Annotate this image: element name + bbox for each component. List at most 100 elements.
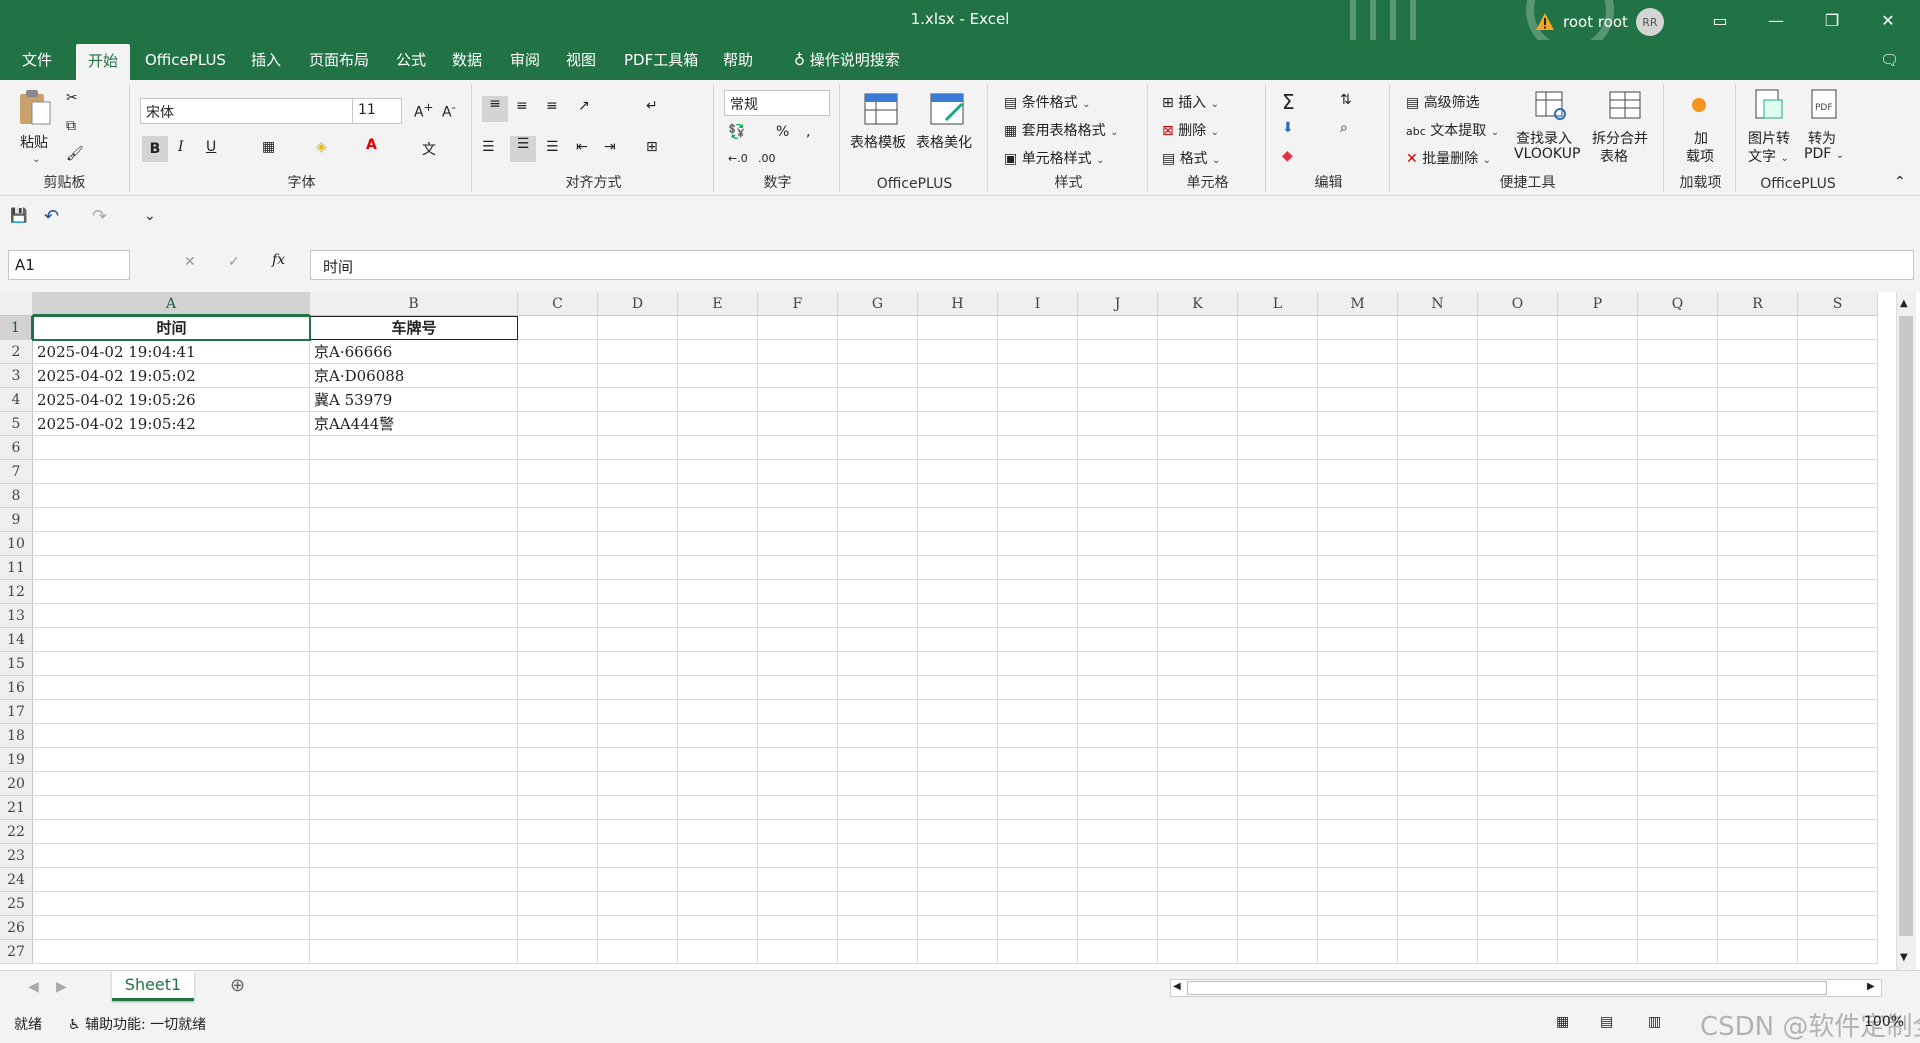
- underline-button[interactable]: U: [206, 139, 216, 155]
- avatar[interactable]: RR: [1635, 8, 1664, 36]
- increase-indent-icon[interactable]: ⇥: [604, 139, 616, 155]
- percent-icon[interactable]: %: [776, 124, 789, 140]
- hscroll-thumb[interactable]: [1187, 981, 1827, 995]
- column-header[interactable]: F: [758, 292, 838, 316]
- scroll-up-icon[interactable]: ▲: [1900, 298, 1908, 309]
- insert-cells-button[interactable]: ⊞ 插入 ⌄: [1162, 92, 1219, 112]
- decrease-indent-icon[interactable]: ⇤: [576, 139, 588, 155]
- image-to-text-label-2[interactable]: 文字 ⌄: [1748, 146, 1789, 166]
- next-sheet-icon[interactable]: ▶: [56, 979, 67, 995]
- row-header[interactable]: 11: [0, 556, 33, 580]
- data-cell[interactable]: 京A·D06088: [310, 364, 518, 388]
- row-header[interactable]: 1: [0, 316, 33, 340]
- tab-review[interactable]: 审阅: [498, 40, 552, 80]
- vlookup-label-2[interactable]: VLOOKUP: [1514, 146, 1580, 162]
- phonetic-icon[interactable]: 文: [422, 139, 436, 159]
- row-header[interactable]: 12: [0, 580, 33, 604]
- decrease-font-icon[interactable]: A-: [442, 100, 456, 121]
- row-header[interactable]: 20: [0, 772, 33, 796]
- row-header[interactable]: 8: [0, 484, 33, 508]
- convert-pdf-label-2[interactable]: PDF ⌄: [1804, 146, 1844, 162]
- tab-file[interactable]: 文件: [10, 40, 64, 80]
- tab-home[interactable]: 开始: [76, 44, 131, 80]
- tab-help[interactable]: 帮助: [711, 40, 765, 80]
- tab-page-layout[interactable]: 页面布局: [297, 40, 381, 80]
- row-header[interactable]: 5: [0, 412, 33, 436]
- data-cell[interactable]: 2025-04-02 19:05:26: [33, 388, 310, 412]
- table-template-button[interactable]: 表格模板: [850, 132, 906, 152]
- page-break-icon[interactable]: ▥: [1648, 1014, 1661, 1030]
- horizontal-scrollbar[interactable]: ◀ ▶: [1170, 979, 1882, 997]
- column-header[interactable]: A: [33, 292, 310, 316]
- scroll-right-icon[interactable]: ▶: [1867, 981, 1875, 992]
- copy-icon[interactable]: ⧉: [66, 118, 76, 134]
- row-header[interactable]: 7: [0, 460, 33, 484]
- row-header[interactable]: 21: [0, 796, 33, 820]
- advanced-filter-button[interactable]: ▤ 高级筛选: [1406, 92, 1480, 112]
- accessibility-status[interactable]: ♿ 辅助功能: 一切就绪: [68, 1014, 206, 1034]
- data-cell[interactable]: 京A·66666: [310, 340, 518, 364]
- zoom-level[interactable]: 100%: [1864, 1014, 1904, 1030]
- format-cells-button[interactable]: ▤ 格式 ⌄: [1162, 148, 1221, 168]
- increase-font-icon[interactable]: A+: [414, 100, 433, 121]
- page-layout-icon[interactable]: ▤: [1600, 1014, 1613, 1030]
- borders-icon[interactable]: ▦: [262, 139, 275, 155]
- batch-delete-button[interactable]: ✕ 批量删除 ⌄: [1406, 148, 1491, 168]
- row-header[interactable]: 15: [0, 652, 33, 676]
- select-all-corner[interactable]: [0, 292, 33, 316]
- normal-view-icon[interactable]: ▦: [1556, 1014, 1569, 1030]
- convert-pdf-label-1[interactable]: 转为: [1808, 128, 1836, 148]
- column-header[interactable]: P: [1558, 292, 1638, 316]
- font-color-icon[interactable]: A: [366, 137, 377, 153]
- fill-icon[interactable]: ⬇: [1282, 120, 1294, 136]
- row-header[interactable]: 13: [0, 604, 33, 628]
- column-header[interactable]: E: [678, 292, 758, 316]
- row-header[interactable]: 23: [0, 844, 33, 868]
- italic-button[interactable]: I: [178, 139, 184, 155]
- data-cell[interactable]: 2025-04-02 19:05:42: [33, 412, 310, 436]
- column-header[interactable]: Q: [1638, 292, 1718, 316]
- image-to-text-label-1[interactable]: 图片转: [1748, 128, 1790, 148]
- align-right-icon[interactable]: ☰: [546, 139, 559, 155]
- orientation-icon[interactable]: ↗: [578, 98, 590, 114]
- row-header[interactable]: 3: [0, 364, 33, 388]
- row-header[interactable]: 18: [0, 724, 33, 748]
- header-cell[interactable]: 时间: [33, 316, 310, 340]
- user-area[interactable]: root root RR: [1535, 8, 1664, 36]
- tab-data[interactable]: 数据: [440, 40, 494, 80]
- tell-me-search[interactable]: ♁ 操作说明搜索: [782, 40, 912, 80]
- minimize-icon[interactable]: —: [1748, 0, 1804, 40]
- align-middle-icon[interactable]: ≡: [516, 98, 528, 114]
- row-header[interactable]: 27: [0, 940, 33, 964]
- autosum-icon[interactable]: Σ: [1282, 90, 1295, 114]
- tab-officeplus[interactable]: OfficePLUS: [133, 40, 238, 80]
- save-icon[interactable]: 💾: [10, 208, 27, 224]
- customize-qat-icon[interactable]: ⌄: [144, 208, 156, 224]
- row-header[interactable]: 25: [0, 892, 33, 916]
- column-header[interactable]: H: [918, 292, 998, 316]
- paste-button[interactable]: 粘贴: [20, 132, 48, 152]
- column-header[interactable]: J: [1078, 292, 1158, 316]
- sort-filter-icon[interactable]: ⇅: [1340, 92, 1352, 108]
- format-painter-icon[interactable]: 🖌: [66, 146, 84, 162]
- cut-icon[interactable]: ✂: [66, 90, 78, 106]
- increase-decimal-icon[interactable]: ←.0: [728, 152, 748, 165]
- row-header[interactable]: 16: [0, 676, 33, 700]
- tab-insert[interactable]: 插入: [239, 40, 293, 80]
- row-header[interactable]: 10: [0, 532, 33, 556]
- align-center-icon[interactable]: ☰: [510, 136, 536, 162]
- font-size-select[interactable]: 11: [352, 98, 402, 124]
- comments-icon[interactable]: 🗨: [1868, 40, 1911, 80]
- comma-style-icon[interactable]: ,: [806, 124, 810, 140]
- number-format-select[interactable]: 常规: [724, 90, 830, 116]
- column-header[interactable]: M: [1318, 292, 1398, 316]
- data-cell[interactable]: 冀A 53979: [310, 388, 518, 412]
- formula-input[interactable]: 时间: [310, 250, 1914, 280]
- row-header[interactable]: 17: [0, 700, 33, 724]
- tab-view[interactable]: 视图: [554, 40, 608, 80]
- merge-center-icon[interactable]: ⊞: [646, 139, 658, 155]
- row-header[interactable]: 9: [0, 508, 33, 532]
- close-icon[interactable]: ✕: [1860, 0, 1916, 40]
- insert-function-icon[interactable]: fx: [272, 252, 285, 268]
- split-merge-label-1[interactable]: 拆分合并: [1592, 128, 1648, 148]
